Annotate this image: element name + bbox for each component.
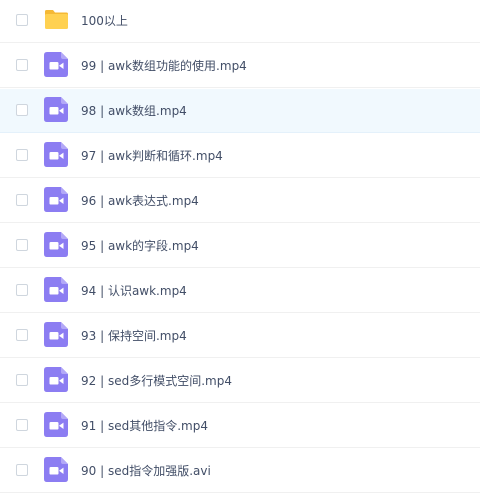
row-checkbox[interactable]: [16, 149, 28, 161]
file-name[interactable]: 91 | sed其他指令.mp4: [81, 404, 208, 448]
video-file-icon: [44, 232, 69, 257]
video-file-icon: [44, 367, 69, 392]
file-row[interactable]: 90 | sed指令加强版.avi: [0, 449, 480, 493]
video-file-icon: [44, 322, 69, 347]
video-file-icon: [44, 457, 69, 482]
file-row[interactable]: 98 | awk数组.mp4: [0, 89, 480, 133]
row-checkbox[interactable]: [16, 284, 28, 296]
row-checkbox[interactable]: [16, 329, 28, 341]
video-file-icon: [44, 412, 69, 437]
video-file-icon: [44, 97, 69, 122]
video-file-icon: [44, 142, 69, 167]
file-row[interactable]: 91 | sed其他指令.mp4: [0, 404, 480, 448]
file-row[interactable]: 92 | sed多行模式空间.mp4: [0, 359, 480, 403]
file-name[interactable]: 99 | awk数组功能的使用.mp4: [81, 44, 247, 88]
row-checkbox[interactable]: [16, 194, 28, 206]
file-row[interactable]: 93 | 保持空间.mp4: [0, 314, 480, 358]
file-name[interactable]: 97 | awk判断和循环.mp4: [81, 134, 223, 178]
video-file-icon: [44, 187, 69, 212]
video-file-icon: [44, 52, 69, 77]
file-name[interactable]: 92 | sed多行模式空间.mp4: [81, 359, 232, 403]
row-checkbox[interactable]: [16, 464, 28, 476]
file-name[interactable]: 100以上: [81, 0, 128, 43]
file-row[interactable]: 95 | awk的字段.mp4: [0, 224, 480, 268]
file-name[interactable]: 96 | awk表达式.mp4: [81, 179, 199, 223]
file-row[interactable]: 97 | awk判断和循环.mp4: [0, 134, 480, 178]
row-checkbox[interactable]: [16, 239, 28, 251]
row-checkbox[interactable]: [16, 104, 28, 116]
row-checkbox[interactable]: [16, 59, 28, 71]
file-row[interactable]: 94 | 认识awk.mp4: [0, 269, 480, 313]
row-checkbox[interactable]: [16, 374, 28, 386]
file-row[interactable]: 100以上: [0, 0, 480, 43]
row-checkbox[interactable]: [16, 419, 28, 431]
row-checkbox[interactable]: [16, 14, 28, 26]
file-name[interactable]: 98 | awk数组.mp4: [81, 89, 187, 133]
file-name[interactable]: 90 | sed指令加强版.avi: [81, 449, 211, 493]
folder-icon: [44, 7, 69, 32]
file-row[interactable]: 99 | awk数组功能的使用.mp4: [0, 44, 480, 88]
file-name[interactable]: 93 | 保持空间.mp4: [81, 314, 187, 358]
file-list: 100以上 99 | awk数组功能的使用.mp4 98 | awk数组.mp4 97…: [0, 0, 480, 504]
file-name[interactable]: 94 | 认识awk.mp4: [81, 269, 187, 313]
video-file-icon: [44, 277, 69, 302]
file-row[interactable]: 96 | awk表达式.mp4: [0, 179, 480, 223]
file-name[interactable]: 95 | awk的字段.mp4: [81, 224, 199, 268]
